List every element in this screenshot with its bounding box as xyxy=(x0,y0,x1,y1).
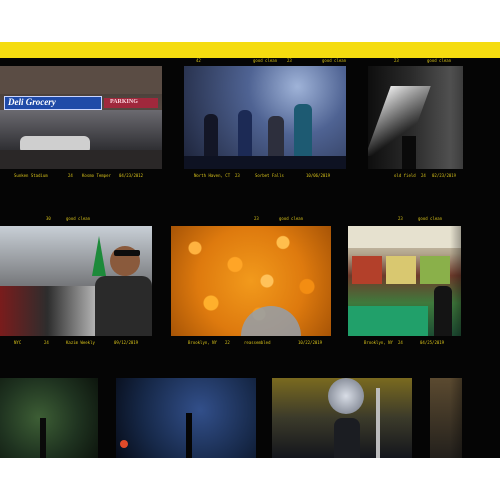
sunglasses xyxy=(114,250,140,256)
edge-marks-row-1: 42 good clean 23 good clean 23 good clea… xyxy=(0,58,500,66)
edge-mark: good clean xyxy=(279,216,304,221)
contact-sheet: 42 good clean 23 good clean 23 good clea… xyxy=(0,58,500,458)
photo-frame-sousaphone[interactable] xyxy=(272,378,412,458)
photo-frame-marigolds[interactable] xyxy=(171,226,331,336)
edge-mark: 23 xyxy=(394,58,399,63)
edge-mark: good clean xyxy=(427,58,452,63)
photo-frame-stage[interactable] xyxy=(184,66,346,169)
produce-crate xyxy=(420,256,450,284)
light-spot xyxy=(120,440,128,448)
motorcycles xyxy=(0,286,95,336)
edge-mark: 23 xyxy=(287,58,292,63)
bottom-margin xyxy=(0,458,500,500)
edge-mark: 23 xyxy=(254,216,259,221)
stage-floor xyxy=(184,156,346,169)
flag xyxy=(92,236,106,276)
building-facade xyxy=(0,66,162,94)
produce-crate xyxy=(352,256,382,284)
edge-mark: good clean xyxy=(66,216,91,221)
photo-frame-deli[interactable]: Deli Grocery PARKING xyxy=(0,66,162,169)
edge-mark: good clean xyxy=(418,216,443,221)
photo-frame-night-tree[interactable] xyxy=(116,378,256,458)
caption-frame-6: Brooklyn, NY 24 04/25/2019 xyxy=(364,340,445,345)
musician xyxy=(334,418,360,458)
photo-frame-spotlight[interactable] xyxy=(368,66,463,169)
light-beam xyxy=(368,86,431,156)
sheet-fade xyxy=(450,58,500,458)
produce-crate xyxy=(386,256,416,284)
caption-frame-1: Sunken Stadium 24 Kosmo Temper 04/23/201… xyxy=(14,173,144,178)
edge-mark: 23 xyxy=(398,216,403,221)
deli-sign: Deli Grocery xyxy=(4,96,102,110)
photo-frame-tree[interactable] xyxy=(0,378,98,458)
parking-sign: PARKING xyxy=(104,98,158,108)
green-stand xyxy=(348,306,428,336)
yellow-band xyxy=(0,42,500,58)
caption-frame-2: North Haven, CT 23 Sorbet Falls 10/06/20… xyxy=(194,173,331,178)
singer xyxy=(294,104,312,164)
edge-marks-row-2: 30 good clean 23 good clean 23 good clea… xyxy=(0,216,500,224)
photo-frame-fruit-stand[interactable] xyxy=(348,226,461,336)
sousaphone-bell xyxy=(328,378,364,414)
edge-mark: good clean xyxy=(253,58,278,63)
edge-mark: 30 xyxy=(46,216,51,221)
photo-frame-parade[interactable] xyxy=(0,226,152,336)
tree-trunk xyxy=(40,418,46,458)
rider-body xyxy=(95,276,152,336)
pole xyxy=(376,388,380,458)
awning xyxy=(348,226,461,248)
top-margin xyxy=(0,0,500,42)
street xyxy=(0,150,162,169)
edge-mark: good clean xyxy=(322,58,347,63)
silhouette xyxy=(402,136,416,169)
tree-trunk xyxy=(186,413,192,458)
caption-frame-5: Brooklyn, NY 22 reassembled 10/22/2019 xyxy=(188,340,323,345)
edge-mark: 42 xyxy=(196,58,201,63)
caption-frame-4: NYC 24 Kazim Weekly 09/12/2019 xyxy=(14,340,139,345)
